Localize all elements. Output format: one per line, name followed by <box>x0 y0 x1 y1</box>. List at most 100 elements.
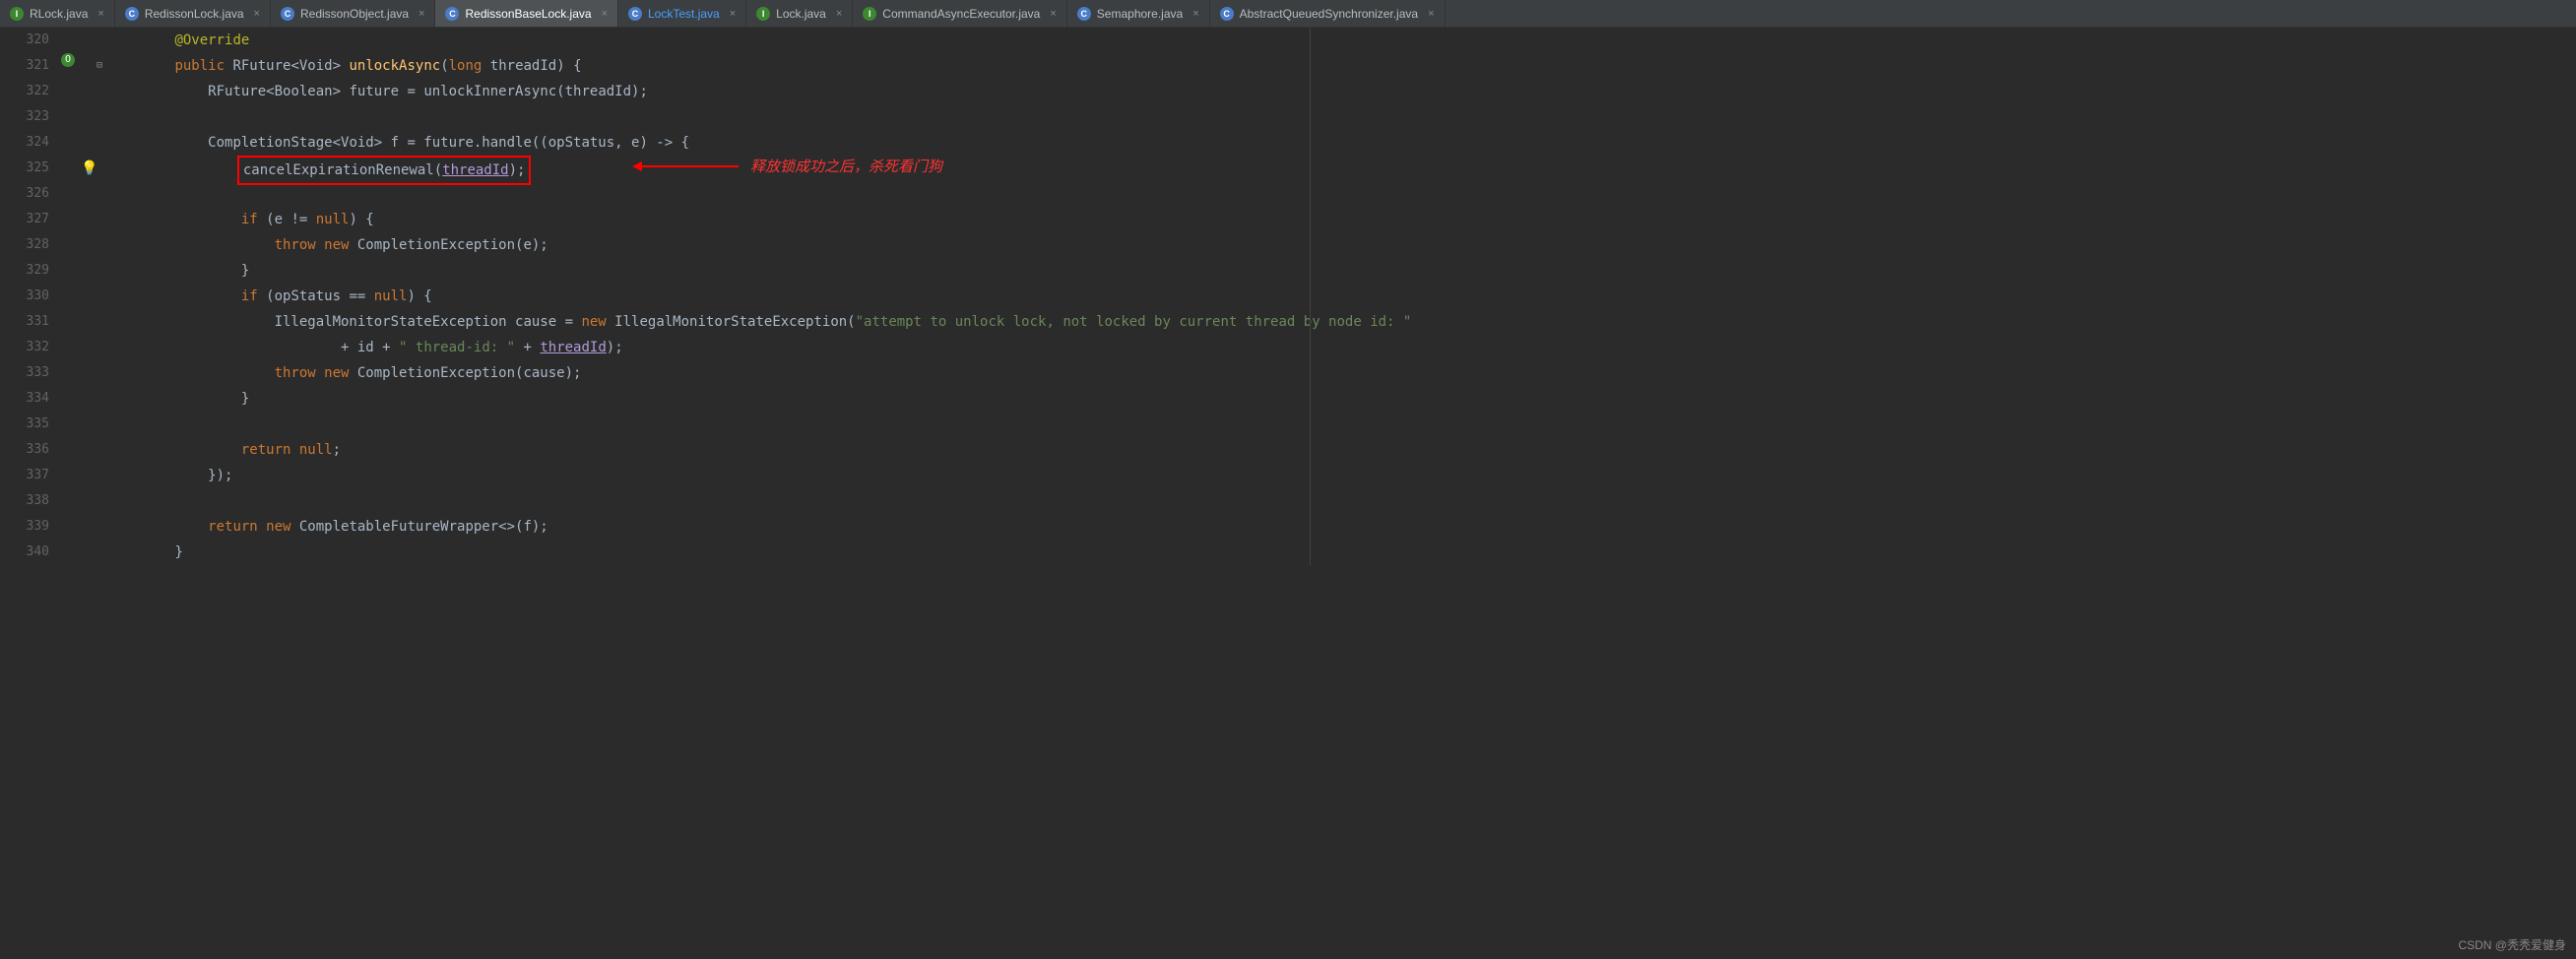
annotation-text: 释放锁成功之后，杀死看门狗 <box>750 156 942 176</box>
gutter-row <box>59 437 108 463</box>
gutter-row <box>59 181 108 207</box>
close-icon[interactable]: × <box>730 8 736 20</box>
tab-redissonobject[interactable]: C RedissonObject.java × <box>271 0 436 27</box>
gutter-row <box>59 207 108 232</box>
line-number: 322 <box>0 79 49 104</box>
line-number: 324 <box>0 130 49 156</box>
code-token: "attempt to unlock lock, not locked by c… <box>856 314 1412 330</box>
fold-icon[interactable]: ⊟ <box>97 53 102 79</box>
gutter-row <box>59 360 108 386</box>
code-token: + <box>515 340 540 355</box>
code-line[interactable]: + id + " thread-id: " + threadId); <box>108 335 2576 360</box>
line-number: 328 <box>0 232 49 258</box>
tab-label: AbstractQueuedSynchronizer.java <box>1240 7 1418 21</box>
close-icon[interactable]: × <box>97 8 103 20</box>
code-token: throw new <box>275 237 357 253</box>
code-token: null <box>374 288 408 304</box>
code-line[interactable]: if (opStatus == null) { <box>108 284 2576 309</box>
override-icon[interactable]: O <box>61 53 75 67</box>
code-line[interactable]: if (e != null) { <box>108 207 2576 232</box>
line-number: 326 <box>0 181 49 207</box>
code-token: + id + <box>341 340 399 355</box>
code-token: unlockInnerAsync(threadId); <box>423 84 648 99</box>
code-token: @Override <box>174 32 249 48</box>
code-token: return new <box>208 519 299 535</box>
line-number: 331 <box>0 309 49 335</box>
code-token: null <box>299 442 333 458</box>
tab-label: RedissonObject.java <box>300 7 409 21</box>
code-token: CompletableFutureWrapper<>(f); <box>299 519 548 535</box>
line-number: 327 <box>0 207 49 232</box>
code-line[interactable] <box>108 488 2576 514</box>
code-line[interactable]: @Override <box>108 28 2576 53</box>
code-line[interactable]: } <box>108 258 2576 284</box>
code-line[interactable]: return null; <box>108 437 2576 463</box>
gutter-row: O⊟ <box>59 53 108 79</box>
code-line[interactable]: throw new CompletionException(cause); <box>108 360 2576 386</box>
right-margin-guide <box>1310 28 1311 565</box>
code-line[interactable]: throw new CompletionException(e); <box>108 232 2576 258</box>
gutter-row <box>59 104 108 130</box>
tab-abstractqueuedsynchronizer[interactable]: C AbstractQueuedSynchronizer.java × <box>1210 0 1446 27</box>
class-icon: C <box>281 7 294 21</box>
code-token: CompletionException(e); <box>357 237 548 253</box>
code-token: RFuture<Boolean> future = <box>208 84 423 99</box>
gutter-row <box>59 514 108 540</box>
gutter-row <box>59 412 108 437</box>
close-icon[interactable]: × <box>1050 8 1056 20</box>
line-number: 330 <box>0 284 49 309</box>
code-line[interactable]: IllegalMonitorStateException cause = new… <box>108 309 2576 335</box>
tab-redissonbaselock[interactable]: CRedissonBaseLock.java× <box>435 0 618 27</box>
code-token: RFuture<Void> <box>232 58 349 74</box>
annotation-arrow: 释放锁成功之后，杀死看门狗 <box>640 156 942 176</box>
code-line[interactable]: }); <box>108 463 2576 488</box>
gutter-row <box>59 463 108 488</box>
tab-label: RLock.java <box>30 7 88 21</box>
code-line[interactable]: } <box>108 540 2576 565</box>
intention-bulb-icon[interactable]: 💡 <box>81 156 97 181</box>
close-icon[interactable]: × <box>419 8 424 20</box>
code-token: long <box>449 58 490 74</box>
close-icon[interactable]: × <box>602 8 608 20</box>
close-icon[interactable]: × <box>1428 8 1434 20</box>
line-number: 323 <box>0 104 49 130</box>
code-line[interactable]: CompletionStage<Void> f = future.handle(… <box>108 130 2576 156</box>
code-token: ( <box>440 58 448 74</box>
gutter-row <box>59 540 108 565</box>
code-token: public <box>174 58 232 74</box>
code-line[interactable] <box>108 104 2576 130</box>
class-icon: C <box>445 7 459 21</box>
close-icon[interactable]: × <box>1192 8 1198 20</box>
code-token: ) { <box>349 212 373 227</box>
line-number: 337 <box>0 463 49 488</box>
highlighted-code-box: cancelExpirationRenewal(threadId); <box>237 156 532 185</box>
interface-icon: I <box>10 7 24 21</box>
tab-semaphore[interactable]: CSemaphore.java× <box>1067 0 1210 27</box>
tab-commandasyncexecutor[interactable]: ICommandAsyncExecutor.java× <box>853 0 1067 27</box>
close-icon[interactable]: × <box>254 8 260 20</box>
line-number: 338 <box>0 488 49 514</box>
tab-locktest[interactable]: CLockTest.java× <box>618 0 746 27</box>
class-icon: C <box>1077 7 1091 21</box>
tab-rlock[interactable]: I RLock.java × <box>0 0 115 27</box>
code-line[interactable]: RFuture<Boolean> future = unlockInnerAsy… <box>108 79 2576 104</box>
code-token: ; <box>333 442 341 458</box>
code-token: IllegalMonitorStateException( <box>614 314 855 330</box>
code-line[interactable]: public RFuture<Void> unlockAsync(long th… <box>108 53 2576 79</box>
code-token: (e != <box>266 212 316 227</box>
code-line[interactable]: return new CompletableFutureWrapper<>(f)… <box>108 514 2576 540</box>
tab-label: LockTest.java <box>648 7 720 21</box>
code-area[interactable]: 释放锁成功之后，杀死看门狗 @Override public RFuture<V… <box>108 28 2576 565</box>
code-line[interactable]: cancelExpirationRenewal(threadId); <box>108 156 2576 181</box>
code-line[interactable]: } <box>108 386 2576 412</box>
close-icon[interactable]: × <box>836 8 842 20</box>
line-number: 320 <box>0 28 49 53</box>
tab-lock[interactable]: ILock.java× <box>746 0 853 27</box>
code-token: } <box>241 391 249 407</box>
code-token: throw new <box>275 365 357 381</box>
code-token: if <box>241 288 266 304</box>
class-icon: C <box>1220 7 1234 21</box>
tab-redissonlock[interactable]: CRedissonLock.java× <box>115 0 271 27</box>
code-line[interactable] <box>108 412 2576 437</box>
tab-label: Lock.java <box>776 7 826 21</box>
